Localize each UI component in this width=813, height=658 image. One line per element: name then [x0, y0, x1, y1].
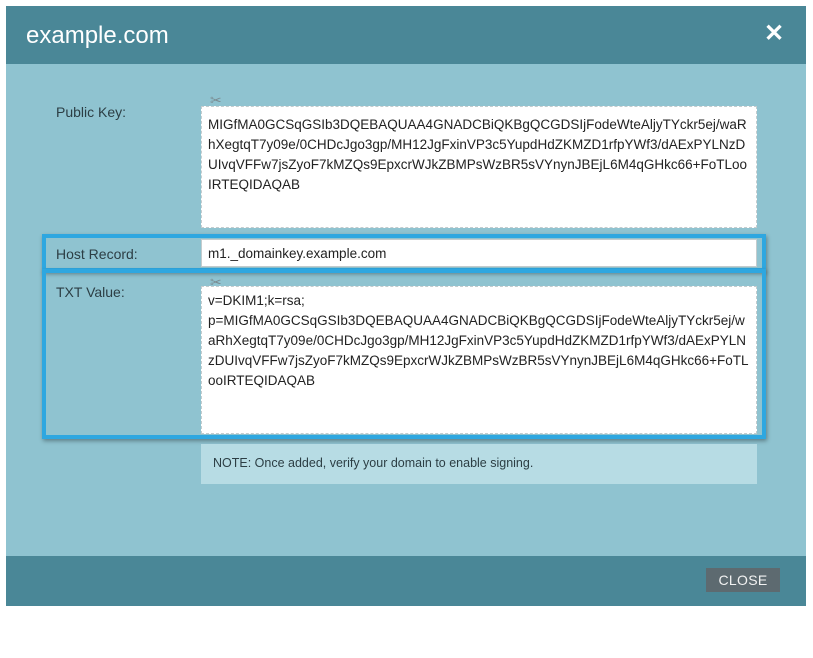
- close-button[interactable]: CLOSE: [706, 568, 780, 592]
- host-record-label: Host Record:: [56, 246, 138, 262]
- host-record-field[interactable]: m1._domainkey.example.com: [201, 239, 757, 267]
- note-box: NOTE: Once added, verify your domain to …: [201, 444, 757, 484]
- txt-value-label: TXT Value:: [56, 284, 125, 300]
- txt-value-field[interactable]: v=DKIM1;k=rsa; p=MIGfMA0GCSqGSIb3DQEBAQU…: [201, 286, 757, 434]
- dialog-title: example.com: [26, 22, 169, 49]
- dialog-body: Public Key: ✂ MIGfMA0GCSqGSIb3DQEBAQUAA4…: [6, 64, 806, 556]
- dialog-header: example.com ✕: [6, 6, 806, 64]
- close-icon[interactable]: ✕: [762, 22, 786, 46]
- public-key-label: Public Key:: [56, 104, 127, 120]
- public-key-field[interactable]: MIGfMA0GCSqGSIb3DQEBAQUAA4GNADCBiQKBgQCG…: [201, 106, 757, 228]
- dialog-footer: CLOSE: [6, 556, 806, 606]
- dkim-dialog: example.com ✕ Public Key: ✂ MIGfMA0GCSqG…: [6, 6, 806, 606]
